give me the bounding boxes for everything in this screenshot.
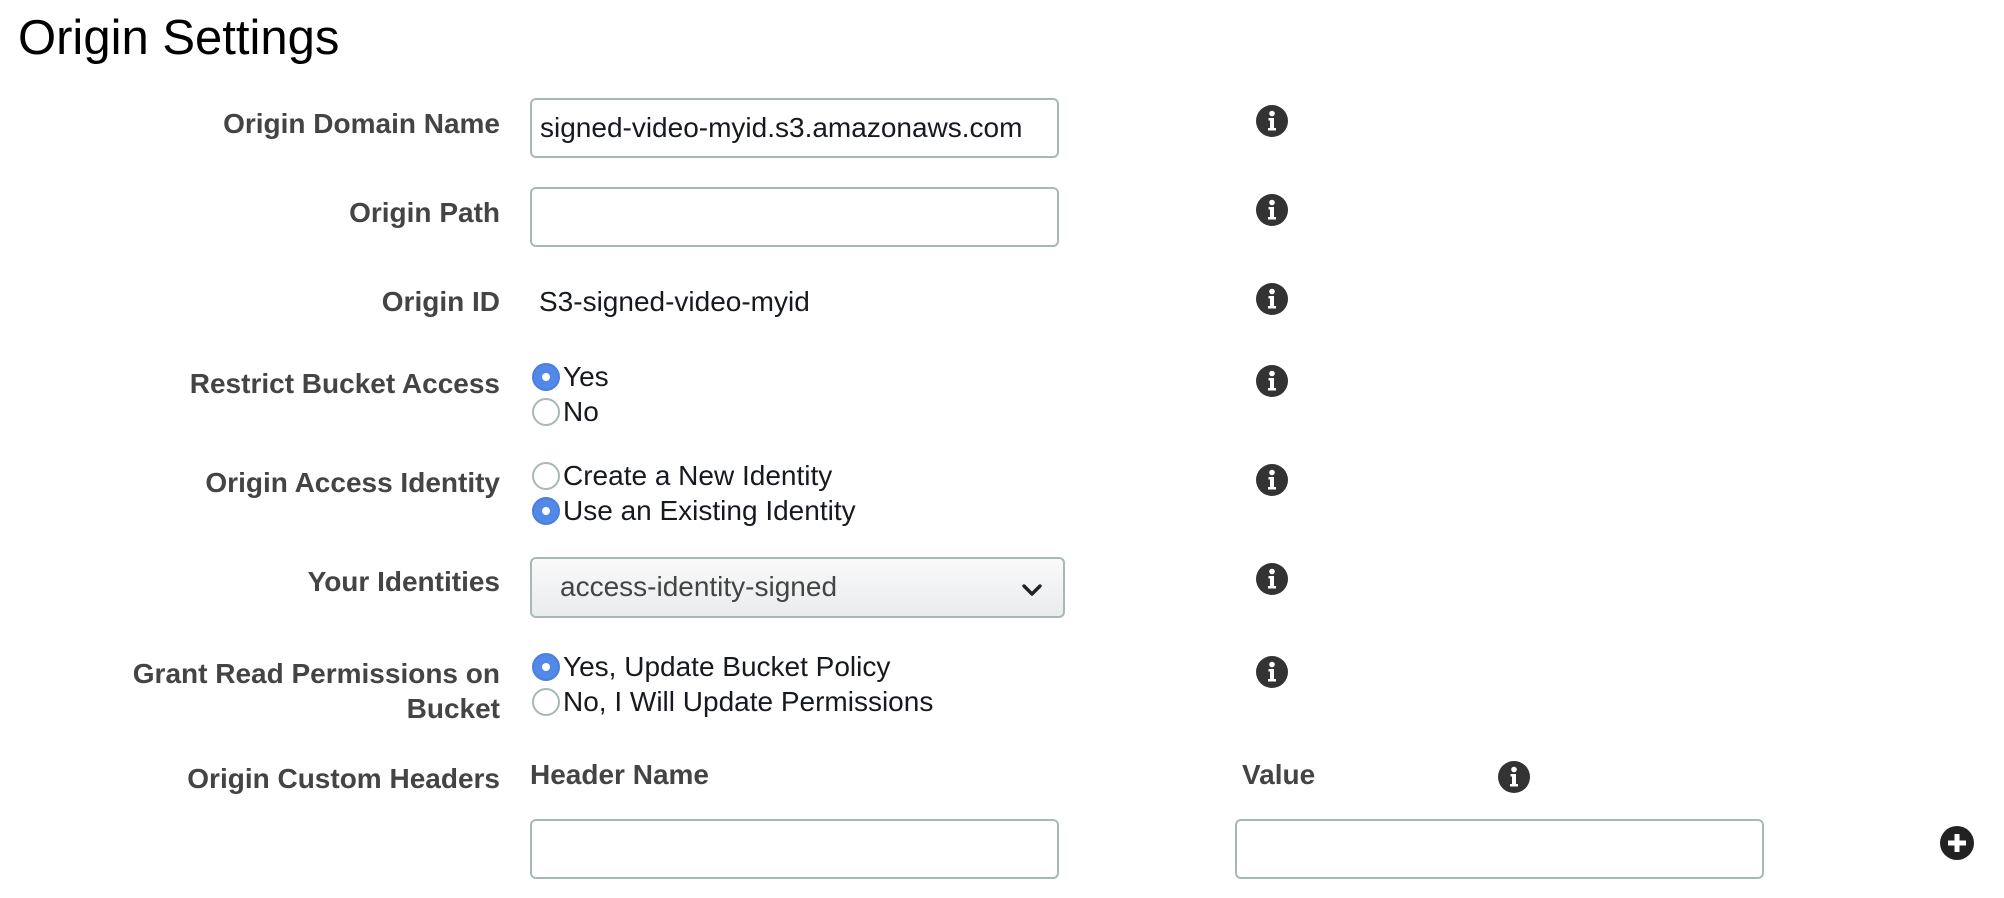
chevron-down-icon: [1021, 579, 1043, 601]
radio-button[interactable]: [532, 497, 560, 525]
origin-id-value: S3-signed-video-myid: [539, 286, 810, 317]
header-name-column-header: Header Name: [530, 759, 709, 790]
radio-button[interactable]: [532, 363, 560, 391]
use-existing-identity-option[interactable]: Use an Existing Identity: [532, 494, 856, 528]
page-title: Origin Settings: [18, 11, 340, 65]
info-icon[interactable]: [1256, 283, 1288, 315]
radio-button[interactable]: [532, 398, 560, 426]
your-identities-label: Your Identities: [307, 566, 500, 597]
info-icon[interactable]: [1256, 464, 1288, 496]
update-bucket-policy-option[interactable]: Yes, Update Bucket Policy: [532, 650, 890, 684]
origin-domain-name-input[interactable]: [530, 98, 1059, 158]
origin-domain-name-label: Origin Domain Name: [223, 108, 500, 139]
radio-label: No: [563, 396, 599, 427]
radio-label: Create a New Identity: [563, 460, 833, 491]
your-identities-select[interactable]: access-identity-signed: [530, 557, 1065, 618]
value-column-header: Value: [1242, 759, 1316, 790]
radio-button[interactable]: [532, 653, 560, 681]
origin-access-identity-label: Origin Access Identity: [205, 467, 500, 498]
origin-custom-headers-label: Origin Custom Headers: [187, 763, 500, 794]
create-new-identity-option[interactable]: Create a New Identity: [532, 459, 832, 493]
radio-label: Use an Existing Identity: [563, 495, 856, 526]
info-icon[interactable]: [1498, 761, 1530, 793]
origin-path-label: Origin Path: [349, 197, 500, 228]
grant-read-permissions-label: Grant Read Permissions on Bucket: [132, 658, 500, 724]
radio-button[interactable]: [532, 688, 560, 716]
origin-path-input[interactable]: [530, 187, 1059, 247]
radio-label: Yes: [563, 361, 609, 392]
info-icon[interactable]: [1256, 105, 1288, 137]
radio-button[interactable]: [532, 462, 560, 490]
header-name-input[interactable]: [530, 819, 1059, 879]
info-icon[interactable]: [1256, 563, 1288, 595]
origin-id-label: Origin ID: [381, 286, 500, 317]
select-value: access-identity-signed: [560, 571, 838, 602]
radio-label: Yes, Update Bucket Policy: [563, 651, 891, 682]
update-permissions-myself-option[interactable]: No, I Will Update Permissions: [532, 685, 933, 719]
radio-label: No, I Will Update Permissions: [563, 686, 934, 717]
header-value-input[interactable]: [1235, 819, 1764, 879]
info-icon[interactable]: [1256, 194, 1288, 226]
restrict-bucket-access-no-option[interactable]: No: [532, 395, 599, 429]
restrict-bucket-access-label: Restrict Bucket Access: [189, 368, 500, 399]
info-icon[interactable]: [1256, 656, 1288, 688]
restrict-bucket-access-yes-option[interactable]: Yes: [532, 360, 609, 394]
info-icon[interactable]: [1256, 365, 1288, 397]
plus-circle-icon[interactable]: [1940, 826, 1974, 860]
